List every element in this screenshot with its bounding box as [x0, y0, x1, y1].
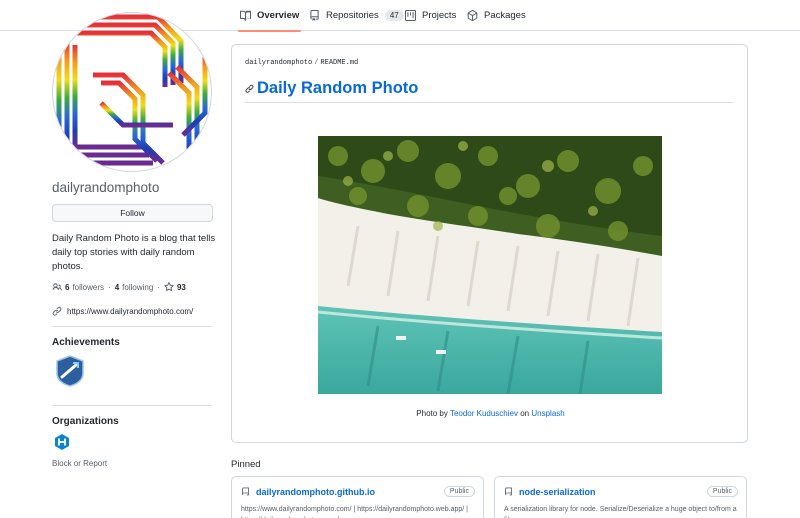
separator-dot: ·: [108, 282, 111, 292]
achievements-title: Achievements: [52, 337, 120, 348]
pinned-repo-link[interactable]: dailyrandomphoto.github.io: [241, 487, 375, 497]
tab-label: Repositories: [326, 10, 379, 21]
profile-avatar[interactable]: [52, 12, 212, 172]
repo-count-badge: 47: [384, 10, 404, 21]
visibility-badge: Public: [706, 486, 738, 497]
pinned-repo-name: node-serialization: [519, 487, 596, 497]
pinned-repo-name: dailyrandomphoto.github.io: [256, 487, 375, 497]
pinned-repo-card: node-serialization Public A serializatio…: [494, 476, 747, 518]
stars-link[interactable]: 93: [164, 282, 189, 292]
caption-mid: on: [520, 409, 530, 418]
readme-box: dailyrandomphoto / README.md Daily Random …: [231, 44, 748, 443]
photo-author-link[interactable]: Teodor Kuduschiev: [450, 409, 518, 418]
photo-caption: Photo by Teodor Kuduschiev on Unsplash: [232, 409, 749, 418]
unsplash-link[interactable]: Unsplash: [531, 409, 564, 418]
website-url: https://www.dailyrandomphoto.com/: [67, 306, 194, 316]
beach-photo[interactable]: [318, 136, 662, 394]
link-icon: [52, 306, 62, 316]
tab-label: Overview: [257, 10, 300, 21]
aerial-beach-image: [318, 136, 662, 394]
stars-count: 93: [176, 282, 186, 292]
project-icon: [405, 10, 416, 21]
separator-dot: ·: [157, 282, 160, 292]
pinned-title: Pinned: [231, 459, 261, 470]
readme-path-user[interactable]: dailyrandomphoto: [245, 59, 312, 67]
anchor-link-icon[interactable]: [245, 84, 254, 93]
package-icon: [467, 10, 478, 21]
visibility-badge: Public: [443, 486, 475, 497]
tab-label: Packages: [484, 10, 526, 21]
following-link[interactable]: 4 following: [115, 283, 154, 292]
organizations-title: Organizations: [52, 416, 119, 427]
profile-username: dailyrandomphoto: [52, 180, 160, 195]
star-icon: [164, 282, 174, 291]
rainbow-dy-logo: [53, 14, 208, 166]
tab-repositories[interactable]: Repositories 47: [309, 0, 404, 31]
heading-rule: [245, 102, 733, 103]
followers-label: followers: [72, 282, 105, 292]
repo-icon: [242, 487, 249, 496]
readme-heading-text[interactable]: Daily Random Photo: [257, 79, 418, 98]
sidebar-divider: [52, 405, 212, 406]
organization-hexo-icon[interactable]: [53, 433, 71, 451]
block-or-report-link[interactable]: Block or Report: [52, 459, 107, 468]
pinned-repo-description: https://www.dailyrandomphoto.com/ | http…: [241, 506, 468, 518]
sidebar-divider: [52, 326, 212, 327]
readme-path: dailyrandomphoto / README.md: [245, 59, 358, 67]
following-label: following: [122, 282, 154, 292]
tab-label: Projects: [422, 10, 457, 21]
tab-overview[interactable]: Overview: [237, 0, 302, 32]
readme-path-file[interactable]: README.md: [320, 59, 358, 67]
profile-bio: Daily Random Photo is a blog that tells …: [52, 233, 216, 272]
tab-packages[interactable]: Packages: [467, 0, 526, 31]
followers-count: 6: [65, 282, 70, 292]
repo-icon: [505, 487, 512, 496]
book-icon: [240, 10, 251, 21]
readme-heading: Daily Random Photo: [245, 79, 418, 98]
repo-icon: [310, 10, 319, 21]
profile-website[interactable]: https://www.dailyrandomphoto.com/: [52, 306, 193, 316]
followers-link[interactable]: 6 followers: [52, 282, 104, 292]
pinned-repo-description: A serialization library for node. Serial…: [504, 506, 737, 518]
achievement-badge-icon[interactable]: [56, 355, 84, 387]
path-separator: /: [314, 59, 319, 67]
pinned-repo-link[interactable]: node-serialization: [504, 487, 596, 497]
people-icon: [52, 283, 62, 291]
profile-stats: 6 followers · 4 following · 93: [52, 282, 189, 292]
tab-projects[interactable]: Projects: [405, 0, 456, 31]
pinned-repo-card: dailyrandomphoto.github.io Public https:…: [231, 476, 484, 518]
following-count: 4: [114, 282, 120, 292]
caption-prefix: Photo by: [416, 409, 448, 418]
follow-button[interactable]: Follow: [52, 204, 213, 222]
